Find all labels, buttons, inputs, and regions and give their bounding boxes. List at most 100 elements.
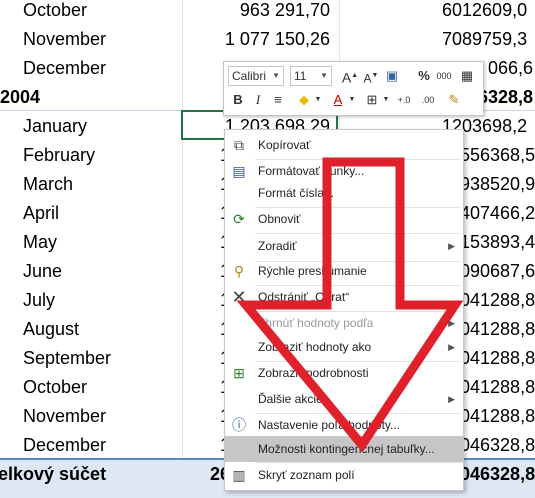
chevron-right-icon: ▶ bbox=[448, 318, 455, 328]
increase-decimal-icon: +.0 bbox=[397, 95, 411, 105]
menu-item-label: Zobraziť podrobnosti bbox=[258, 366, 369, 380]
row-label: August bbox=[23, 319, 80, 339]
chevron-down-icon[interactable]: ▼ bbox=[376, 90, 396, 110]
shrink-font-button[interactable]: A▼ bbox=[361, 66, 381, 86]
align-center-button[interactable]: ≡ bbox=[268, 90, 288, 110]
refresh-icon: ⟳ bbox=[233, 211, 245, 227]
bold-button[interactable]: B bbox=[228, 90, 248, 110]
grow-font-icon: A bbox=[341, 69, 352, 86]
menu-item-copy[interactable]: ⧉ Kopírovať bbox=[225, 132, 463, 158]
italic-button[interactable]: I bbox=[248, 90, 268, 110]
value-cell: 938520,9 bbox=[460, 174, 535, 194]
menu-item-label: Odstrániť „Obrat“ bbox=[258, 290, 350, 304]
row-label: June bbox=[23, 261, 63, 281]
decrease-decimal-icon: .00 bbox=[421, 95, 435, 105]
menu-item-label: Zhrnúť hodnoty podľa bbox=[258, 316, 374, 330]
chevron-down-icon[interactable]: ▼ bbox=[342, 90, 362, 110]
comma-style-button[interactable]: 000 bbox=[434, 66, 454, 86]
copy-icon: ⧉ bbox=[234, 137, 244, 153]
row-label: September bbox=[23, 348, 112, 368]
value-cell: 556368,5 bbox=[460, 145, 535, 165]
font-size-select[interactable]: 11 ▼ bbox=[290, 66, 332, 86]
font-name-value: Calibri bbox=[232, 69, 267, 83]
decrease-decimal-button[interactable]: .00 bbox=[418, 90, 438, 110]
grand-total-label: elkový súčet bbox=[0, 464, 107, 484]
font-size-value: 11 bbox=[294, 69, 307, 83]
row-label: March bbox=[23, 174, 74, 194]
menu-item-refresh[interactable]: ⟳ Obnoviť bbox=[225, 206, 463, 232]
format-table-button[interactable]: ▦ bbox=[457, 66, 477, 86]
italic-icon: I bbox=[255, 92, 261, 107]
chevron-down-icon[interactable]: ▼ bbox=[308, 90, 328, 110]
value-cell: 407466,2 bbox=[460, 203, 535, 223]
value-cell: 046328,8 bbox=[460, 435, 535, 455]
increase-decimal-button[interactable]: +.0 bbox=[394, 90, 414, 110]
menu-item-quick-explore[interactable]: ⚲ Rýchle preskúmanie bbox=[225, 258, 463, 284]
table-row[interactable]: October 963 291,70 6012609,0 bbox=[0, 0, 535, 25]
bold-icon: B bbox=[233, 92, 243, 107]
font-name-select[interactable]: Calibri ▼ bbox=[228, 66, 284, 86]
row-label: May bbox=[23, 232, 58, 252]
menu-item-label: Formát čísla... bbox=[258, 186, 335, 200]
value-cell: 066,6 bbox=[488, 58, 534, 78]
menu-item-label: Možnosti kontingenčnej tabuľky... bbox=[258, 442, 435, 456]
value-cell: 963 291,70 bbox=[239, 0, 330, 20]
accounting-format-icon: ▣ bbox=[385, 68, 399, 83]
accounting-format-button[interactable]: ▣ bbox=[382, 66, 402, 86]
menu-item-hide-field-list[interactable]: ▥ Skryť zoznam polí bbox=[225, 462, 463, 488]
comma-style-icon: 000 bbox=[436, 71, 452, 81]
menu-item-show-details[interactable]: ⊞ Zobraziť podrobnosti bbox=[225, 360, 463, 386]
menu-item-label: Skryť zoznam polí bbox=[258, 468, 355, 482]
chevron-right-icon: ▶ bbox=[448, 342, 455, 352]
value-cell: 041288,8 bbox=[460, 377, 535, 397]
menu-item-label: Nastavenie poľa hodnoty... bbox=[258, 418, 401, 432]
context-menu: ⧉ Kopírovať ▤ Formátovať bunky... Formát… bbox=[224, 129, 464, 491]
percent-style-button[interactable]: % bbox=[414, 66, 434, 86]
quick-explore-icon: ⚲ bbox=[233, 263, 245, 279]
row-label: 2004 bbox=[0, 87, 41, 107]
format-painter-button[interactable]: ✎ bbox=[444, 90, 464, 110]
row-label: October bbox=[23, 0, 88, 20]
menu-item-summarize-values-by[interactable]: Zhrnúť hodnoty podľa ▶ bbox=[225, 310, 463, 336]
row-label: October bbox=[23, 377, 88, 397]
row-label: December bbox=[23, 58, 107, 78]
value-cell: 041288,8 bbox=[460, 406, 535, 426]
menu-item-sort[interactable]: Zoradiť ▶ bbox=[225, 233, 463, 259]
menu-item-more-actions[interactable]: Ďalšie akcie ▶ bbox=[225, 386, 463, 412]
field-list-icon: ▥ bbox=[232, 467, 246, 483]
menu-item-pivot-table-options[interactable]: Možnosti kontingenčnej tabuľky... bbox=[225, 436, 463, 462]
value-cell: 090687,6 bbox=[460, 261, 535, 281]
menu-item-label: Rýchle preskúmanie bbox=[258, 264, 367, 278]
value-cell: 6328,8 bbox=[478, 87, 534, 107]
mini-toolbar: Calibri ▼ 11 ▼ A▲ A▼ ▣ % 000 ▦ B I ≡ ◆ ▼… bbox=[223, 61, 484, 116]
row-label: December bbox=[23, 435, 107, 455]
value-cell: 041288,8 bbox=[460, 290, 535, 310]
table-row[interactable]: November 1 077 150,26 7089759,3 bbox=[0, 25, 535, 54]
menu-item-label: Ďalšie akcie bbox=[258, 392, 323, 406]
menu-item-number-format[interactable]: Formát čísla... bbox=[225, 180, 463, 206]
table-grid-icon: ▦ bbox=[460, 68, 474, 83]
value-cell: 7089759,3 bbox=[442, 29, 528, 49]
grow-font-button[interactable]: A▲ bbox=[340, 66, 360, 86]
menu-item-value-field-settings[interactable]: ⓘ Nastavenie poľa hodnoty... bbox=[225, 412, 463, 438]
row-label: February bbox=[23, 145, 96, 165]
chevron-right-icon: ▶ bbox=[448, 241, 455, 251]
row-label: July bbox=[23, 290, 56, 310]
menu-item-label: Obnoviť bbox=[258, 212, 301, 226]
paintbrush-icon: ✎ bbox=[448, 92, 460, 107]
menu-item-show-values-as[interactable]: Zobraziť hodnoty ako ▶ bbox=[225, 334, 463, 360]
chevron-down-icon: ▼ bbox=[320, 71, 328, 80]
row-label: November bbox=[23, 406, 107, 426]
chevron-right-icon: ▶ bbox=[448, 394, 455, 404]
chevron-down-icon: ▼ bbox=[272, 71, 280, 80]
menu-item-label: Zoradiť bbox=[258, 239, 297, 253]
value-cell: 041288,8 bbox=[460, 319, 535, 339]
menu-item-remove-field[interactable]: ✕ Odstrániť „Obrat“ bbox=[225, 284, 463, 310]
info-icon: ⓘ bbox=[232, 417, 246, 433]
value-cell: 041288,8 bbox=[460, 348, 535, 368]
percent-icon: % bbox=[418, 68, 430, 83]
row-label: April bbox=[23, 203, 60, 223]
grand-total-value: 046328,8 bbox=[460, 464, 535, 484]
value-cell: 6012609,0 bbox=[442, 0, 528, 20]
value-cell: 1 077 150,26 bbox=[224, 29, 330, 49]
